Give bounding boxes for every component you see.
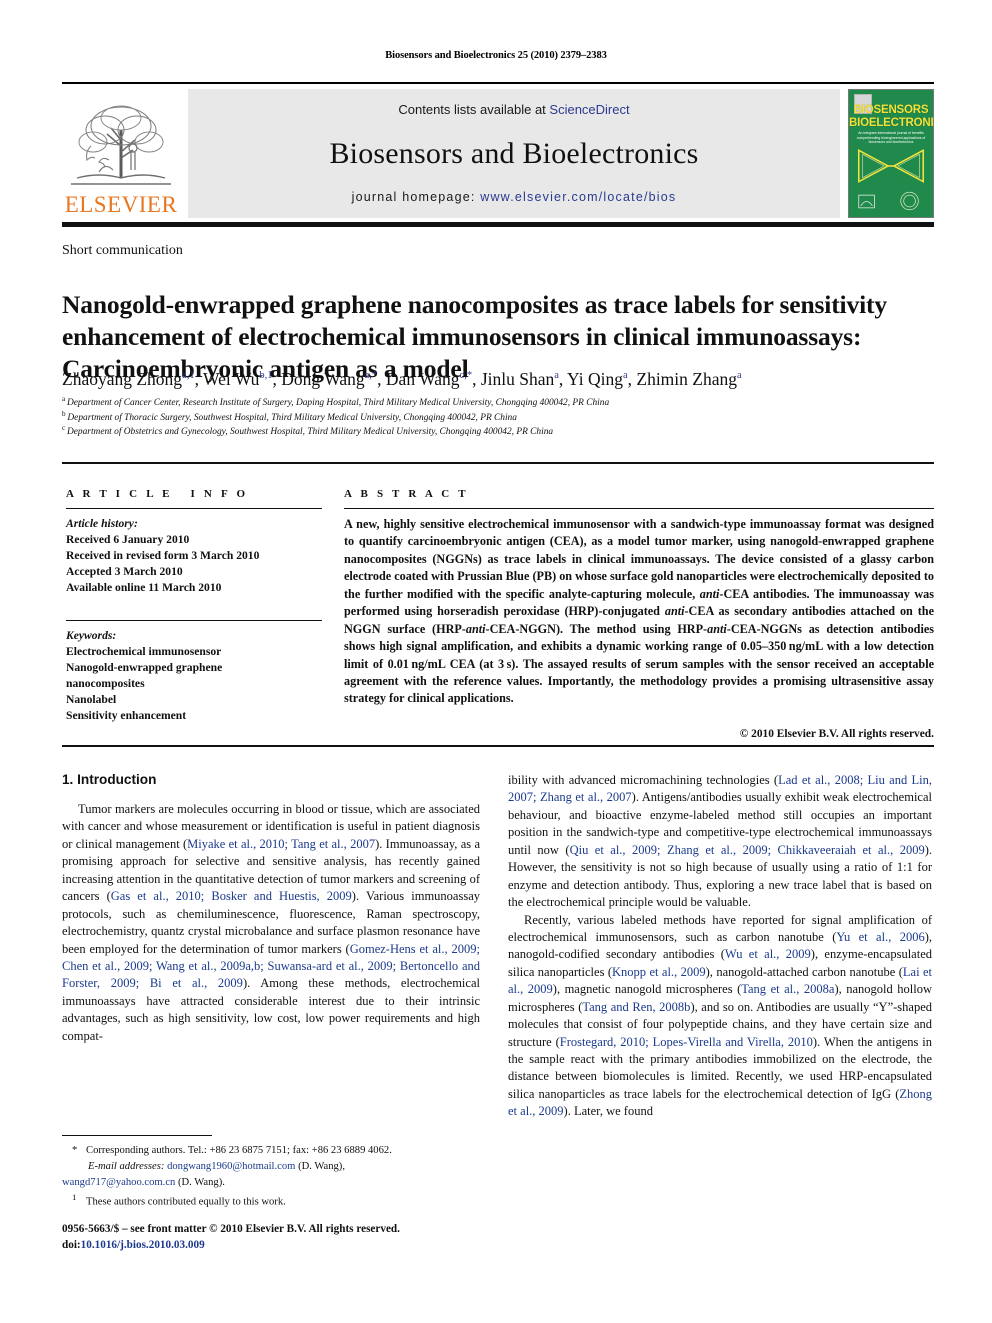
article-history-item: Received 6 January 2010 — [66, 532, 190, 546]
article-info-heading: A R T I C L E I N F O — [66, 488, 249, 500]
author-name: Yi Qing — [567, 369, 623, 389]
email-link-2[interactable]: wangd717@yahoo.com.cn — [62, 1177, 175, 1188]
homepage-prefix: journal homepage: — [351, 190, 481, 204]
author-list: Zhaoyang Zhonga,1, Wei Wub,1, Dong Wanga… — [62, 369, 742, 389]
affiliation-item: a Department of Cancer Center, Research … — [62, 395, 934, 411]
article-info-rule — [66, 508, 322, 509]
cover-footer-icon — [858, 191, 919, 211]
running-head: Biosensors and Bioelectronics 25 (2010) … — [385, 50, 607, 61]
article-head-rule — [62, 462, 934, 464]
cover-artwork-icon — [857, 149, 925, 183]
keywords-block: Keywords: Electrochemical immunosensor Na… — [66, 628, 322, 724]
footnote-one-mark: 1 — [72, 1191, 77, 1202]
author-affiliation-mark: a,* — [364, 370, 378, 382]
abstract-heading: A B S T R A C T — [344, 488, 469, 500]
sciencedirect-link[interactable]: ScienceDirect — [549, 102, 629, 117]
affiliation-list: a Department of Cancer Center, Research … — [62, 395, 934, 440]
article-history-block: Article history: Received 6 January 2010… — [66, 516, 322, 596]
author-affiliation-mark: c,* — [459, 370, 473, 382]
keyword-items: Electrochemical immunosensor Nanogold-enw… — [66, 644, 322, 724]
author-name: Zhimin Zhang — [636, 369, 737, 389]
article-history-label: Article history: — [66, 517, 138, 530]
elsevier-tree-icon — [69, 100, 173, 192]
keyword-item: Nanolabel — [66, 692, 117, 706]
email-link-1[interactable]: dongwang1960@hotmail.com — [167, 1161, 295, 1172]
section-heading-introduction: 1. Introduction — [62, 772, 157, 787]
keyword-item: Nanogold-enwrapped graphene — [66, 660, 223, 674]
contents-list-line: Contents lists available at ScienceDirec… — [398, 102, 629, 117]
body-column-right: ibility with advanced micromachining tec… — [508, 772, 932, 1121]
affiliation-item: b Department of Thoracic Surgery, Southw… — [62, 410, 934, 426]
email-addresses-label: E-mail addresses: — [88, 1160, 165, 1172]
elsevier-logo: ELSEVIER — [62, 89, 180, 218]
footnote-asterisk-mark: * — [72, 1145, 78, 1156]
doi-line: doi:10.1016/j.bios.2010.03.009 — [62, 1237, 492, 1253]
journal-title: Biosensors and Bioelectronics — [329, 136, 699, 170]
article-history-items: Received 6 January 2010 Received in revis… — [66, 532, 322, 596]
footnote-rule — [62, 1135, 212, 1136]
elsevier-wordmark: ELSEVIER — [64, 192, 178, 217]
author-name: Zhaoyang Zhong — [62, 369, 183, 389]
keyword-item: nanocomposites — [66, 676, 145, 690]
paragraph-intro-2: Recently, various labeled methods have r… — [508, 912, 933, 1119]
paragraph-intro-1: Tumor markers are molecules occurring in… — [62, 802, 481, 1043]
footnote-corresponding: * Corresponding authors. Tel.: +86 23 687… — [62, 1143, 482, 1159]
journal-band: Contents lists available at ScienceDirec… — [188, 89, 840, 218]
abstract-bottom-rule — [62, 745, 934, 747]
journal-cover-thumbnail: BIOSENSORS BIOELECTRONICS An integrare i… — [848, 89, 934, 218]
email-owner-1: (D. Wang), — [298, 1160, 345, 1172]
abstract-copyright: © 2010 Elsevier B.V. All rights reserved… — [739, 727, 934, 740]
article-history-item: Available online 11 March 2010 — [66, 580, 222, 594]
author-affiliation-mark: a — [736, 370, 742, 382]
article-history-item: Received in revised form 3 March 2010 — [66, 548, 260, 562]
affiliation-item: c Department of Obstetrics and Gynecolog… — [62, 424, 934, 440]
cover-title-line1: BIOSENSORS — [853, 104, 929, 116]
footnote-equal-contribution: 1 These authors contributed equally to th… — [62, 1191, 482, 1210]
footnote-emails-cont: wangd717@yahoo.com.cn (D. Wang). — [62, 1175, 482, 1191]
masthead-bottom-rule — [62, 222, 934, 227]
footnote-block: * Corresponding authors. Tel.: +86 23 687… — [62, 1143, 482, 1210]
journal-homepage-link[interactable]: www.elsevier.com/locate/bios — [480, 190, 676, 204]
author-affiliation-mark: b,1 — [259, 370, 273, 382]
article-history-item: Accepted 3 March 2010 — [66, 564, 183, 578]
contents-prefix: Contents lists available at — [398, 102, 550, 117]
article-type-label: Short communication — [62, 243, 183, 258]
abstract-column: A B S T R A C T A new, highly sensitive … — [344, 488, 934, 740]
author-name: Wei Wu — [203, 369, 260, 389]
keywords-label: Keywords: — [66, 628, 117, 642]
footnote-corresponding-text: Corresponding authors. Tel.: +86 23 6875… — [86, 1145, 392, 1156]
body-column-left: 1. Introduction Tumor markers are molecu… — [62, 772, 480, 1045]
journal-homepage-line: journal homepage: www.elsevier.com/locat… — [352, 190, 677, 204]
affiliation-text: Department of Obstetrics and Gynecology,… — [67, 427, 554, 438]
footnote-emails: E-mail addresses: dongwang1960@hotmail.c… — [62, 1159, 482, 1175]
journal-masthead: ELSEVIER Contents lists available at Sci… — [62, 82, 934, 218]
author-affiliation-mark: a — [622, 370, 628, 382]
abstract-rule — [344, 508, 934, 509]
issn-line: 0956-5663/$ – see front matter © 2010 El… — [62, 1223, 400, 1235]
doi-label: doi: — [62, 1239, 81, 1252]
footnote-equal-text: These authors contributed equally to thi… — [86, 1196, 286, 1208]
author-affiliation-mark: a — [554, 370, 559, 382]
article-info-column: A R T I C L E I N F O Article history: R… — [66, 488, 322, 724]
keywords-rule — [66, 619, 322, 621]
keyword-item: Sensitivity enhancement — [66, 708, 187, 722]
issn-copyright-block: 0956-5663/$ – see front matter © 2010 El… — [62, 1221, 492, 1253]
doi-link[interactable]: 10.1016/j.bios.2010.03.009 — [81, 1239, 205, 1251]
abstract-text: A new, highly sensitive electrochemical … — [344, 517, 934, 706]
email-owner-2: (D. Wang). — [177, 1176, 225, 1188]
affiliation-text: Department of Thoracic Surgery, Southwes… — [67, 412, 517, 423]
cover-title-line2: BIOELECTRONICS — [849, 117, 934, 129]
journal-article-page: Biosensors and Bioelectronics 25 (2010) … — [0, 0, 992, 1323]
author-name: Jinlu Shan — [480, 369, 555, 389]
author-name: Dan Wang — [385, 369, 460, 389]
author-affiliation-mark: a,1 — [182, 370, 195, 382]
affiliation-text: Department of Cancer Center, Research In… — [67, 398, 610, 408]
author-name: Dong Wang — [281, 369, 365, 389]
keyword-item: Electrochemical immunosensor — [66, 644, 222, 658]
paragraph-intro-1-cont: ibility with advanced micromachining tec… — [508, 773, 932, 910]
